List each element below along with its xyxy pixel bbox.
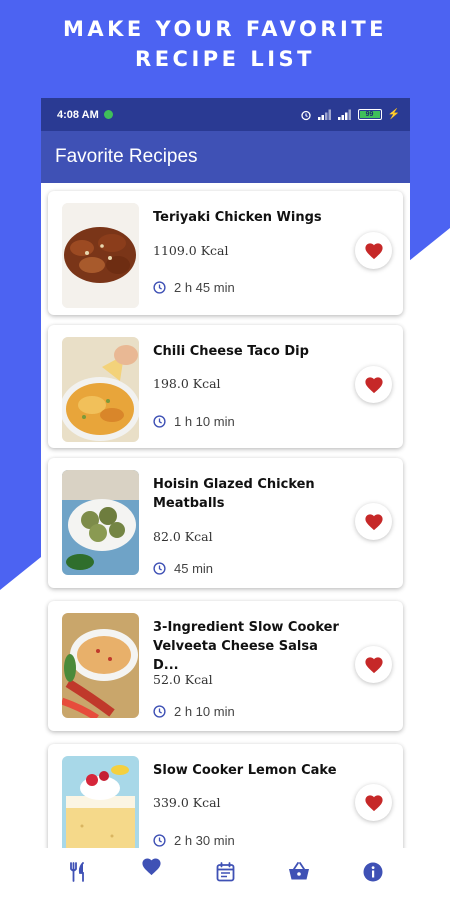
recipe-time: 2 h 30 min (153, 833, 235, 848)
favorite-button[interactable] (355, 503, 392, 540)
favorite-button[interactable] (355, 232, 392, 269)
promo-title-line1: MAKE YOUR FAVORITE (62, 17, 388, 41)
favorite-button[interactable] (355, 366, 392, 403)
heart-icon (142, 858, 161, 876)
heart-icon (364, 242, 383, 259)
recipe-time: 1 h 10 min (153, 414, 235, 429)
clock-icon (153, 281, 166, 294)
recipe-time-label: 45 min (174, 561, 214, 576)
recipe-image (62, 337, 139, 442)
recipe-time: 2 h 45 min (153, 280, 235, 295)
phone-screen: 4:08 AM 99 ⚡ Favorite Recipes Teriyaki C… (41, 98, 410, 900)
nav-favorites[interactable] (115, 848, 189, 876)
nav-shopping[interactable] (262, 848, 336, 881)
status-time: 4:08 AM (57, 108, 99, 121)
nav-meal-plan[interactable] (189, 848, 263, 882)
recipe-image (62, 756, 139, 848)
promo-title: MAKE YOUR FAVORITE RECIPE LIST (0, 14, 450, 74)
nav-info[interactable] (336, 848, 410, 882)
basket-icon (289, 862, 310, 880)
recipe-time-label: 2 h 10 min (174, 704, 235, 719)
promo-title-line2: RECIPE LIST (135, 47, 315, 71)
recipe-calories: 339.0 Kcal (153, 795, 221, 810)
alarm-icon (300, 110, 311, 120)
calendar-icon (216, 862, 235, 882)
recipe-calories: 52.0 Kcal (153, 672, 213, 687)
recipe-card[interactable]: 3-Ingredient Slow Cooker Velveeta Cheese… (48, 601, 403, 731)
signal-icon (317, 109, 331, 120)
status-icons: 99 ⚡ (300, 109, 400, 121)
heart-icon (364, 513, 383, 530)
recipe-card[interactable]: Teriyaki Chicken Wings 1109.0 Kcal 2 h 4… (48, 191, 403, 315)
recipe-title: Chili Cheese Taco Dip (153, 344, 309, 359)
nav-recipes[interactable] (41, 848, 115, 882)
recipe-calories: 198.0 Kcal (153, 376, 221, 391)
clock-icon (153, 562, 166, 575)
recipe-calories: 82.0 Kcal (153, 529, 213, 544)
heart-icon (364, 376, 383, 393)
signal-icon-2 (337, 109, 351, 120)
recipe-title: Teriyaki Chicken Wings (153, 210, 322, 225)
heart-icon (364, 656, 383, 673)
recipe-title: Slow Cooker Lemon Cake (153, 763, 337, 778)
recipe-card[interactable]: Hoisin Glazed Chicken Meatballs 82.0 Kca… (48, 458, 403, 588)
recipe-image (62, 613, 139, 718)
clock-icon (153, 834, 166, 847)
recipe-list[interactable]: Teriyaki Chicken Wings 1109.0 Kcal 2 h 4… (41, 183, 410, 848)
recipe-time: 45 min (153, 561, 213, 576)
recipe-image (62, 470, 139, 575)
app-bar-title: Favorite Recipes (55, 146, 198, 167)
recipe-time-label: 2 h 45 min (174, 280, 235, 295)
app-bar: Favorite Recipes (41, 131, 410, 183)
clock-icon (153, 705, 166, 718)
fork-knife-icon (69, 862, 84, 882)
recipe-title: Hoisin Glazed Chicken Meatballs (153, 477, 315, 511)
recipe-image (62, 203, 139, 308)
notification-dot-icon (103, 110, 113, 119)
recipe-time-label: 2 h 30 min (174, 833, 235, 848)
heart-icon (364, 794, 383, 811)
battery-level: 99 (359, 111, 380, 118)
recipe-card[interactable]: Slow Cooker Lemon Cake 339.0 Kcal 2 h 30… (48, 744, 403, 848)
clock-icon (153, 415, 166, 428)
recipe-time: 2 h 10 min (153, 704, 235, 719)
battery-icon: 99 (357, 109, 382, 120)
recipe-calories: 1109.0 Kcal (153, 243, 229, 258)
recipe-card[interactable]: Chili Cheese Taco Dip 198.0 Kcal 1 h 10 … (48, 325, 403, 448)
bottom-nav (41, 848, 410, 900)
recipe-time-label: 1 h 10 min (174, 414, 235, 429)
info-icon (363, 862, 383, 882)
favorite-button[interactable] (355, 784, 392, 821)
status-bar: 4:08 AM 99 ⚡ (41, 98, 410, 131)
recipe-title: 3-Ingredient Slow Cooker Velveeta Cheese… (153, 620, 339, 673)
charging-icon: ⚡ (387, 109, 400, 120)
favorite-button[interactable] (355, 646, 392, 683)
